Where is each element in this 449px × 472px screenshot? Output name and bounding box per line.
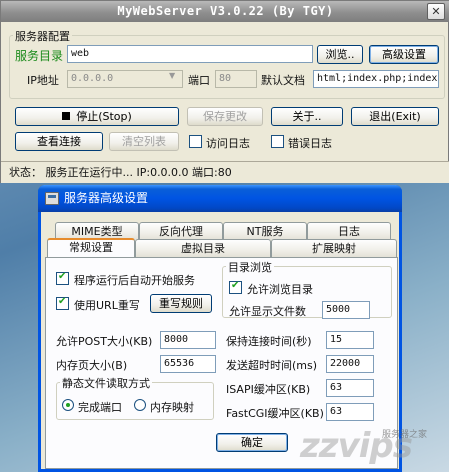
auto-start-label: 程序运行后自动开始服务 (74, 274, 195, 287)
save-changes-button[interactable]: 保存更改 (187, 107, 263, 126)
tab-ext-mapping[interactable]: 扩展映射 (271, 239, 397, 257)
ip-label: IP地址 (27, 74, 59, 87)
keepalive-input[interactable]: 15 (326, 331, 374, 349)
fastcgi-buffer-label: FastCGI缓冲区(KB) (226, 407, 324, 420)
send-timeout-label: 发送超时时间(ms) (226, 359, 318, 372)
allow-browse-label: 允许浏览目录 (247, 283, 313, 296)
tab-virtual-dir[interactable]: 虚拟目录 (135, 239, 271, 257)
tab-log[interactable]: 日志 (307, 222, 391, 240)
window-icon (45, 192, 59, 205)
clear-list-button[interactable]: 清空列表 (109, 132, 179, 151)
complete-port-label: 完成端口 (78, 401, 122, 414)
browse-button[interactable]: 浏览.. (317, 45, 363, 64)
exit-button[interactable]: 退出(Exit) (351, 107, 439, 126)
port-label: 端口 (188, 74, 210, 87)
keepalive-label: 保持连接时间(秒) (226, 335, 312, 348)
isapi-buffer-label: ISAPI缓冲区(KB) (226, 383, 311, 396)
isapi-buffer-input[interactable]: 63 (326, 379, 374, 397)
view-connections-button[interactable]: 查看连接 (15, 132, 103, 151)
default-doc-input[interactable]: html;index.php;index (313, 70, 439, 88)
site-watermark-sub: 服务器之家 (382, 430, 428, 440)
allow-browse-checkbox[interactable] (229, 280, 242, 294)
stop-button[interactable]: 停止(Stop) (15, 107, 179, 126)
dialog-title: 服务器高级设置 (64, 191, 149, 205)
main-window: MyWebServer V3.0.22 (By TGY) ✕ 服务器配置 服务目… (0, 0, 449, 183)
status-bar: 状态： 服务正在运行中... IP:0.0.0.0 端口:80 (1, 161, 449, 183)
dir-input[interactable]: web (67, 45, 313, 63)
rewrite-rules-button[interactable]: 重写规则 (150, 294, 212, 313)
mem-page-input[interactable]: 65536 (160, 355, 216, 373)
access-log-checkbox[interactable] (189, 135, 202, 148)
mem-page-label: 内存页大小(B) (56, 359, 128, 372)
tab-reverse-proxy[interactable]: 反向代理 (139, 222, 223, 240)
tab-nt-service[interactable]: NT服务 (223, 222, 307, 240)
post-size-label: 允许POST大小(KB) (56, 335, 153, 348)
tab-general[interactable]: 常规设置 (47, 238, 135, 257)
static-file-legend: 静态文件读取方式 (60, 375, 152, 391)
url-rewrite-checkbox[interactable] (56, 296, 69, 310)
send-timeout-input[interactable]: 22000 (326, 355, 374, 373)
post-size-input[interactable]: 8000 (160, 331, 216, 349)
max-files-input[interactable]: 5000 (322, 301, 370, 319)
dir-label: 服务目录 (15, 49, 64, 63)
default-doc-label: 默认文档 (261, 74, 305, 87)
auto-start-checkbox[interactable] (56, 271, 69, 285)
complete-port-radio[interactable] (62, 399, 74, 411)
url-rewrite-label: 使用URL重写 (74, 299, 140, 312)
max-files-label: 允许显示文件数 (229, 305, 306, 318)
access-log-label: 访问日志 (206, 137, 250, 150)
ok-button[interactable]: 确定 (216, 433, 288, 452)
about-button[interactable]: 关于.. (271, 107, 343, 126)
dialog-title-bar[interactable]: 服务器高级设置 (38, 185, 402, 212)
dir-browse-legend: 目录浏览 (226, 259, 274, 275)
stop-icon (62, 112, 71, 120)
advanced-settings-button[interactable]: 高级设置 (369, 45, 439, 64)
error-log-label: 错误日志 (288, 137, 332, 150)
ip-select[interactable]: 0.0.0.0 (67, 70, 183, 88)
main-title-bar[interactable]: MyWebServer V3.0.22 (By TGY) (1, 1, 449, 22)
chevron-down-icon[interactable]: ▼ (169, 71, 175, 80)
close-icon[interactable]: ✕ (427, 3, 445, 20)
error-log-checkbox[interactable] (271, 135, 284, 148)
mem-map-radio[interactable] (134, 399, 146, 411)
stop-button-label: 停止(Stop) (76, 110, 132, 123)
server-config-legend: 服务器配置 (13, 28, 72, 44)
fastcgi-buffer-input[interactable]: 63 (326, 403, 374, 421)
mem-map-label: 内存映射 (150, 401, 194, 414)
port-input[interactable]: 80 (215, 70, 257, 88)
